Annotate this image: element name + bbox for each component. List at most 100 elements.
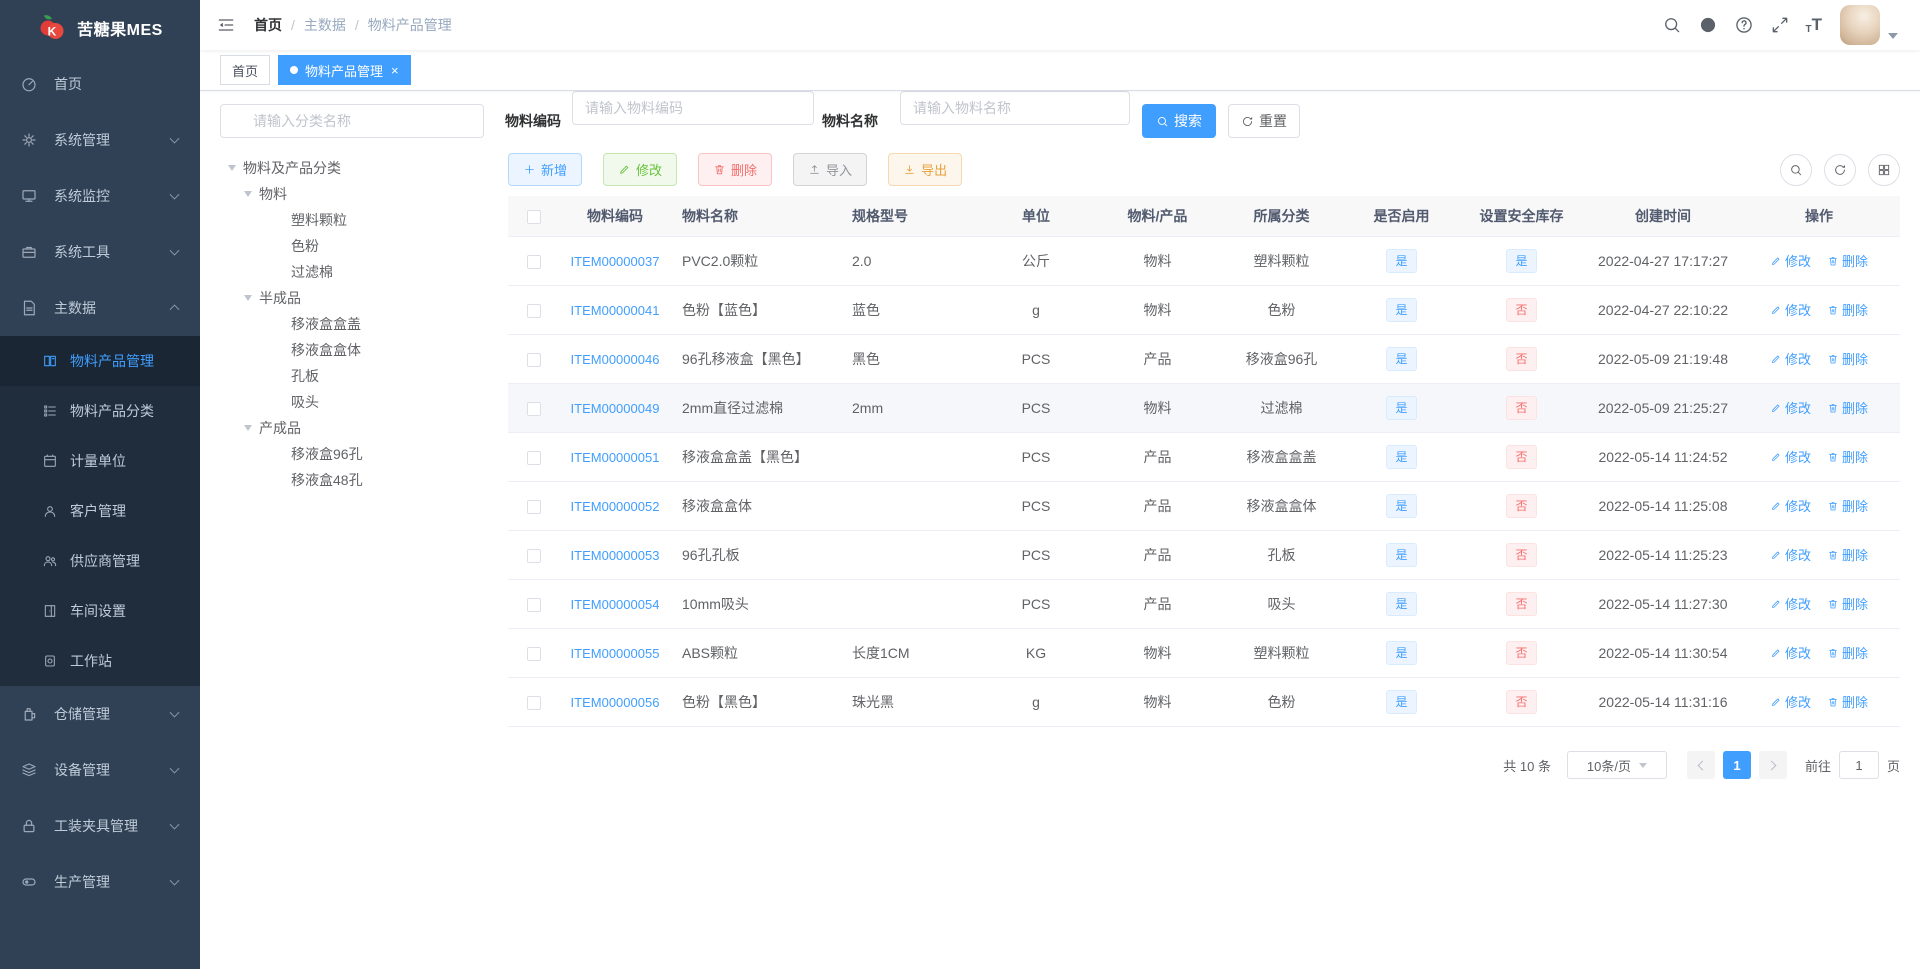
row-edit-link[interactable]: 修改 xyxy=(1770,398,1811,417)
tree-node[interactable]: 塑料颗粒 xyxy=(220,207,492,233)
sidebar-item-master-data[interactable]: 主数据 xyxy=(0,280,200,336)
row-delete-link[interactable]: 删除 xyxy=(1827,251,1868,270)
font-size-button[interactable]: TT xyxy=(1806,15,1823,35)
row-delete-link[interactable]: 删除 xyxy=(1827,692,1868,711)
tree-node[interactable]: 移液盒盒体 xyxy=(220,337,492,363)
tab-home[interactable]: 首页 xyxy=(220,55,271,85)
select-all-checkbox[interactable] xyxy=(527,209,541,224)
row-delete-link[interactable]: 删除 xyxy=(1827,545,1868,564)
row-edit-link[interactable]: 修改 xyxy=(1770,545,1811,564)
material-name-input[interactable] xyxy=(900,91,1130,125)
item-code-link[interactable]: ITEM00000041 xyxy=(571,303,660,318)
row-edit-link[interactable]: 修改 xyxy=(1770,251,1811,270)
row-edit-link[interactable]: 修改 xyxy=(1770,496,1811,515)
edit-button[interactable]: 修改 xyxy=(603,153,678,186)
tree-node[interactable]: 孔板 xyxy=(220,363,492,389)
category-search-input[interactable] xyxy=(220,104,484,138)
row-checkbox[interactable] xyxy=(527,352,541,367)
row-checkbox[interactable] xyxy=(527,303,541,318)
row-delete-link[interactable]: 删除 xyxy=(1827,447,1868,466)
add-button[interactable]: 新增 xyxy=(508,153,583,186)
item-code-link[interactable]: ITEM00000053 xyxy=(571,548,660,563)
tree-node[interactable]: 移液盒48孔 xyxy=(220,467,492,493)
sidebar-item-material-product-category[interactable]: 物料产品分类 xyxy=(0,386,200,436)
refresh-table-button[interactable] xyxy=(1824,154,1856,186)
toggle-columns-button[interactable] xyxy=(1868,154,1900,186)
row-edit-link[interactable]: 修改 xyxy=(1770,692,1811,711)
row-delete-link[interactable]: 删除 xyxy=(1827,398,1868,417)
row-checkbox[interactable] xyxy=(527,695,541,710)
help-button[interactable] xyxy=(1734,15,1754,35)
row-checkbox[interactable] xyxy=(527,646,541,661)
row-checkbox[interactable] xyxy=(527,254,541,269)
row-checkbox[interactable] xyxy=(527,597,541,612)
tree-node[interactable]: 半成品 xyxy=(220,285,492,311)
sidebar-item-tooling-fixture-management[interactable]: 工装夹具管理 xyxy=(0,798,200,854)
material-code-input[interactable] xyxy=(572,91,814,125)
next-page-button[interactable] xyxy=(1758,751,1787,779)
sidebar-item-measure-unit[interactable]: 计量单位 xyxy=(0,436,200,486)
sidebar-item-supplier-management[interactable]: 供应商管理 xyxy=(0,536,200,586)
row-edit-link[interactable]: 修改 xyxy=(1770,643,1811,662)
item-code-link[interactable]: ITEM00000054 xyxy=(571,597,660,612)
row-delete-link[interactable]: 删除 xyxy=(1827,594,1868,613)
row-edit-link[interactable]: 修改 xyxy=(1770,594,1811,613)
row-checkbox[interactable] xyxy=(527,499,541,514)
sidebar-item-equipment-management[interactable]: 设备管理 xyxy=(0,742,200,798)
sidebar-item-home[interactable]: 首页 xyxy=(0,56,200,112)
tree-node[interactable]: 色粉 xyxy=(220,233,492,259)
close-icon[interactable]: × xyxy=(391,64,399,77)
item-code-link[interactable]: ITEM00000056 xyxy=(571,695,660,710)
user-menu-caret-icon[interactable] xyxy=(1888,33,1898,39)
row-edit-link[interactable]: 修改 xyxy=(1770,349,1811,368)
import-button[interactable]: 导入 xyxy=(793,153,868,186)
item-code-link[interactable]: ITEM00000055 xyxy=(571,646,660,661)
item-code-link[interactable]: ITEM00000037 xyxy=(571,254,660,269)
tree-node[interactable]: 移液盒盒盖 xyxy=(220,311,492,337)
item-code-link[interactable]: ITEM00000049 xyxy=(571,401,660,416)
sidebar-item-system-management[interactable]: 系统管理 xyxy=(0,112,200,168)
row-checkbox[interactable] xyxy=(527,548,541,563)
tree-node[interactable]: 吸头 xyxy=(220,389,492,415)
sidebar-item-system-monitor[interactable]: 系统监控 xyxy=(0,168,200,224)
fullscreen-button[interactable] xyxy=(1770,15,1790,35)
page-number-button[interactable]: 1 xyxy=(1722,751,1751,779)
github-button[interactable] xyxy=(1698,15,1718,35)
row-checkbox[interactable] xyxy=(527,401,541,416)
tab-material-product-management[interactable]: 物料产品管理 × xyxy=(278,55,411,85)
breadcrumb-home[interactable]: 首页 xyxy=(254,15,282,35)
sidebar-fold-button[interactable] xyxy=(208,7,244,43)
tree-node[interactable]: 产成品 xyxy=(220,415,492,441)
toggle-search-button[interactable] xyxy=(1780,154,1812,186)
page-size-select[interactable]: 10条/页 xyxy=(1566,751,1667,779)
app-logo[interactable]: K 苦糖果MES xyxy=(0,0,200,56)
export-button[interactable]: 导出 xyxy=(888,153,963,186)
row-edit-link[interactable]: 修改 xyxy=(1770,300,1811,319)
sidebar-item-workstation[interactable]: 工作站 xyxy=(0,636,200,686)
row-delete-link[interactable]: 删除 xyxy=(1827,496,1868,515)
tree-node[interactable]: 物料 xyxy=(220,181,492,207)
row-delete-link[interactable]: 删除 xyxy=(1827,643,1868,662)
row-checkbox[interactable] xyxy=(527,450,541,465)
item-code-link[interactable]: ITEM00000052 xyxy=(571,499,660,514)
row-delete-link[interactable]: 删除 xyxy=(1827,349,1868,368)
sidebar-item-production-management[interactable]: 生产管理 xyxy=(0,854,200,910)
item-code-link[interactable]: ITEM00000046 xyxy=(571,352,660,367)
row-edit-link[interactable]: 修改 xyxy=(1770,447,1811,466)
search-button[interactable]: 搜索 xyxy=(1142,104,1216,138)
goto-page-input[interactable] xyxy=(1838,751,1879,779)
tree-node[interactable]: 移液盒96孔 xyxy=(220,441,492,467)
sidebar-item-system-tools[interactable]: 系统工具 xyxy=(0,224,200,280)
breadcrumb-master-data[interactable]: 主数据 xyxy=(304,15,346,35)
prev-page-button[interactable] xyxy=(1686,751,1715,779)
sidebar-item-warehouse-management[interactable]: 仓储管理 xyxy=(0,686,200,742)
reset-button[interactable]: 重置 xyxy=(1228,104,1300,138)
item-code-link[interactable]: ITEM00000051 xyxy=(571,450,660,465)
header-search-button[interactable] xyxy=(1662,15,1682,35)
sidebar-item-customer-management[interactable]: 客户管理 xyxy=(0,486,200,536)
delete-button[interactable]: 删除 xyxy=(698,153,773,186)
tree-node[interactable]: 物料及产品分类 xyxy=(220,155,492,181)
user-avatar[interactable] xyxy=(1840,5,1880,45)
sidebar-item-workshop-settings[interactable]: 车间设置 xyxy=(0,586,200,636)
sidebar-item-material-product-management[interactable]: 物料产品管理 xyxy=(0,336,200,386)
